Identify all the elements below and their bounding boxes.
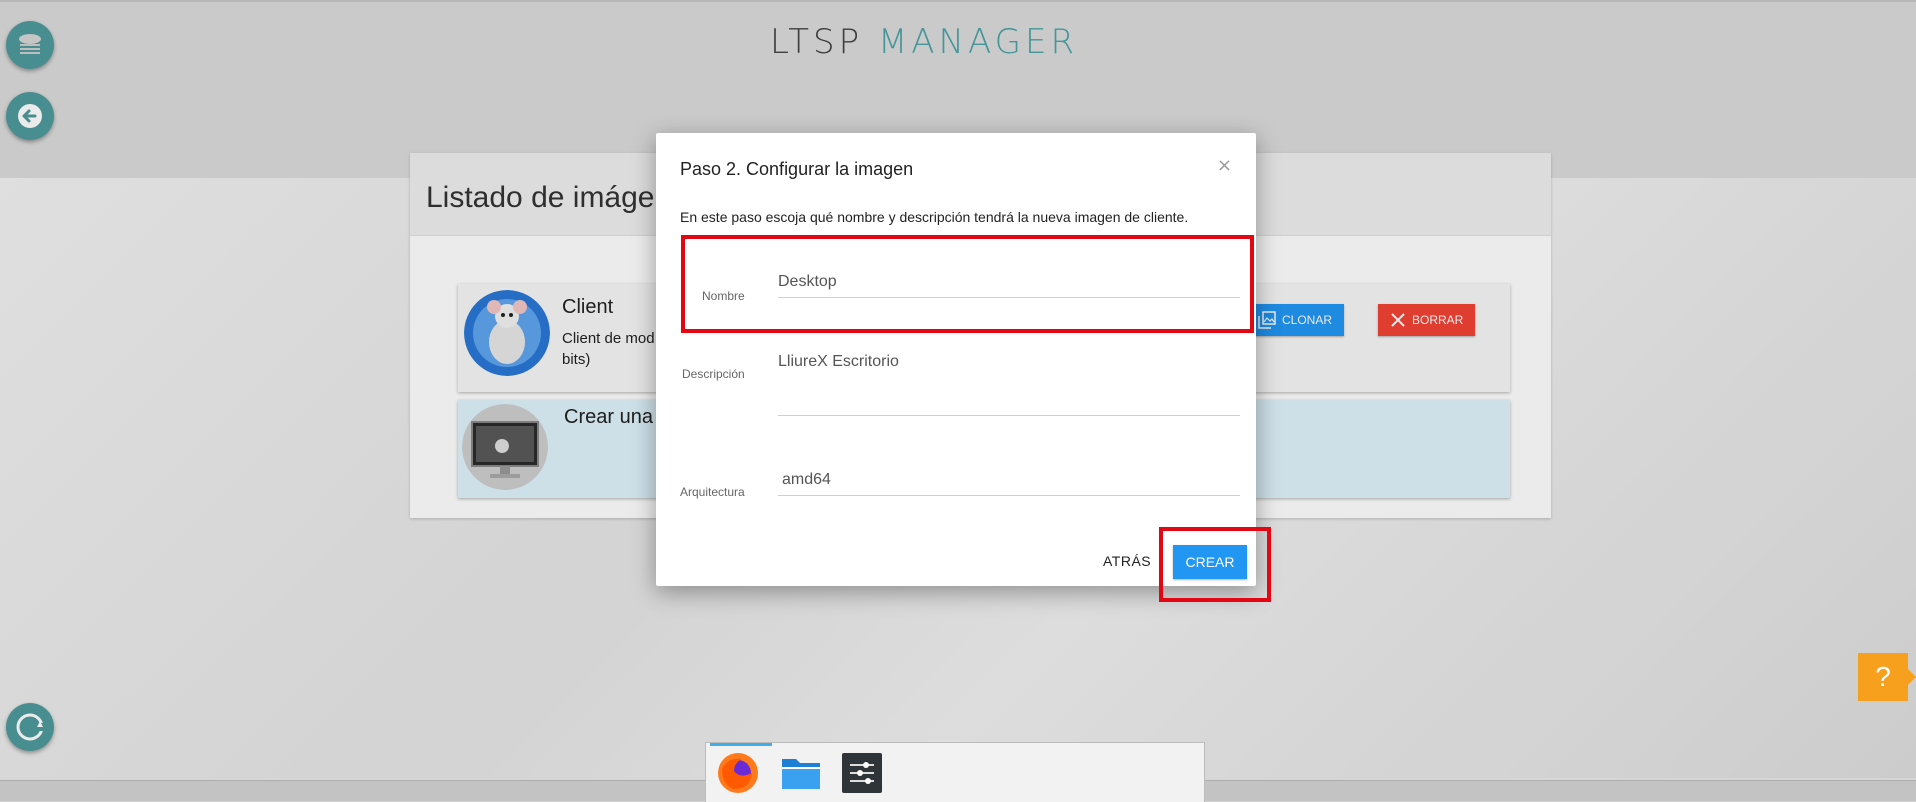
firefox-icon	[718, 753, 758, 793]
taskbar-firefox[interactable]	[716, 751, 760, 795]
help-button[interactable]: ?	[1858, 653, 1916, 701]
configure-image-dialog: Paso 2. Configurar la imagen × En este p…	[656, 133, 1256, 586]
description-label: Descripción	[682, 367, 745, 381]
dialog-description: En este paso escoja qué nombre y descrip…	[680, 209, 1189, 225]
taskbar	[705, 742, 1205, 802]
description-field[interactable]	[778, 353, 1240, 416]
architecture-label: Arquitectura	[680, 485, 745, 499]
dialog-title: Paso 2. Configurar la imagen	[680, 159, 914, 179]
taskbar-settings[interactable]	[840, 751, 884, 795]
create-button-highlight	[1159, 527, 1271, 602]
active-task-indicator	[710, 743, 772, 746]
name-field-highlight	[681, 235, 1254, 333]
settings-sliders-icon	[842, 753, 882, 793]
close-button[interactable]: ×	[1217, 155, 1232, 176]
architecture-field[interactable]	[778, 471, 1240, 496]
back-button[interactable]: ATRÁS	[1103, 553, 1151, 569]
folder-icon	[782, 759, 820, 789]
taskbar-files[interactable]	[779, 751, 823, 795]
